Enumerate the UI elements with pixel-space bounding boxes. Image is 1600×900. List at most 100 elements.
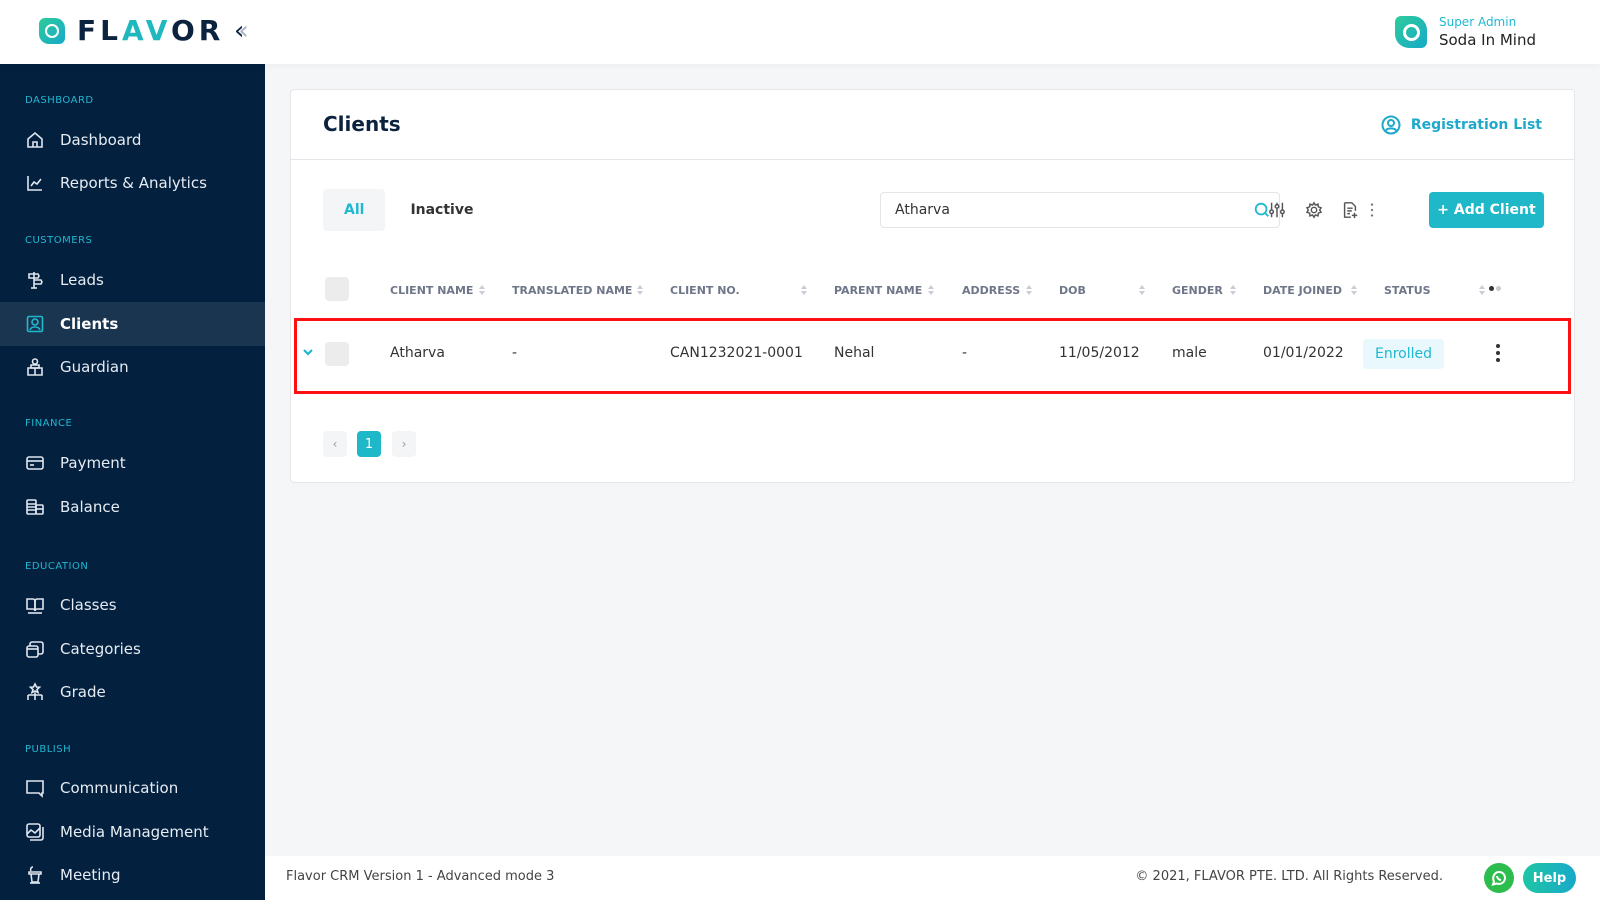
user-circle-icon <box>1381 115 1401 135</box>
pagination-prev[interactable]: ‹ <box>323 431 347 457</box>
row-actions-button[interactable] <box>1493 343 1503 363</box>
sort-icon[interactable] <box>1228 280 1238 300</box>
sort-icon[interactable] <box>1349 280 1359 300</box>
database-stack-icon <box>25 497 45 517</box>
column-header-address[interactable]: ADDRESS <box>962 280 1020 300</box>
column-header-client-no[interactable]: CLIENT NO. <box>670 280 740 300</box>
sort-icon[interactable] <box>926 280 936 300</box>
user-square-icon <box>25 314 45 334</box>
tab-all[interactable]: All <box>323 189 386 231</box>
sidebar-item-reports-analytics[interactable]: Reports & Analytics <box>0 161 265 205</box>
sidebar-item-label: Meeting <box>60 866 121 884</box>
column-header-client-name[interactable]: CLIENT NAME <box>390 280 473 300</box>
sidebar-item-media-management[interactable]: Media Management <box>0 810 265 854</box>
whatsapp-button[interactable] <box>1484 863 1514 893</box>
registration-list-label: Registration List <box>1410 117 1542 133</box>
cell-dob: 11/05/2012 <box>1059 345 1140 361</box>
avatar <box>1394 16 1427 48</box>
cell-translated-name: - <box>512 345 518 361</box>
export-button[interactable] <box>1339 198 1361 222</box>
cell-client-name[interactable]: Atharva <box>390 343 445 363</box>
version-text: Flavor CRM Version 1 - Advanced mode 3 <box>286 869 555 884</box>
collapse-sidebar-button[interactable]: ‹‹ <box>234 18 249 44</box>
guardian-icon <box>25 357 45 377</box>
sidebar-item-guardian[interactable]: Guardian <box>0 345 265 389</box>
sidebar-item-balance[interactable]: Balance <box>0 485 265 529</box>
more-options-button[interactable] <box>1366 198 1378 222</box>
column-header-gender[interactable]: GENDER <box>1172 280 1223 300</box>
sidebar-item-classes[interactable]: Classes <box>0 583 265 627</box>
expand-row-button[interactable] <box>301 344 315 358</box>
file-export-icon <box>1343 202 1358 219</box>
podium-icon <box>25 865 45 885</box>
chevron-down-icon <box>303 349 313 356</box>
sidebar-item-label: Leads <box>60 271 104 289</box>
column-header-date-joined[interactable]: DATE JOINED <box>1263 280 1342 300</box>
user-role: Super Admin <box>1438 15 1517 29</box>
row-checkbox[interactable] <box>325 342 349 366</box>
settings-button[interactable] <box>1303 198 1325 222</box>
sidebar-item-label: Media Management <box>60 823 209 841</box>
clients-card: Clients Registration List All Inactive +… <box>290 89 1575 483</box>
column-header-status[interactable]: STATUS <box>1384 280 1431 300</box>
image-gallery-icon <box>25 822 45 842</box>
tab-inactive[interactable]: Inactive <box>389 189 494 231</box>
column-header-dob[interactable]: DOB <box>1059 280 1086 300</box>
sliders-icon <box>1269 202 1285 218</box>
filter-button[interactable] <box>1266 198 1288 222</box>
copyright-text: © 2021, FLAVOR PTE. LTD. All Rights Rese… <box>1135 869 1443 884</box>
sidebar-item-meeting[interactable]: Meeting <box>0 853 265 897</box>
sidebar-item-label: Clients <box>60 315 119 333</box>
sort-icon[interactable] <box>799 280 809 300</box>
sort-icon[interactable] <box>635 280 645 300</box>
sort-icon[interactable] <box>1477 280 1487 300</box>
search-input[interactable] <box>881 193 1245 227</box>
sidebar-item-label: Guardian <box>60 358 129 376</box>
sidebar-item-label: Dashboard <box>60 131 142 149</box>
user-profile[interactable]: Super Admin Soda In Mind <box>1394 14 1536 50</box>
status-badge: Enrolled <box>1363 339 1445 369</box>
sidebar-item-grade[interactable]: Grade <box>0 670 265 714</box>
sort-icon[interactable] <box>1137 280 1147 300</box>
sidebar-item-label: Reports & Analytics <box>60 174 207 192</box>
chat-icon <box>25 778 45 798</box>
sidebar-item-label: Grade <box>60 683 106 701</box>
sidebar-item-leads[interactable]: Leads <box>0 258 265 302</box>
column-toggle-icon[interactable] <box>1489 286 1503 291</box>
cell-parent-name: Nehal <box>834 345 875 361</box>
layers-icon <box>25 639 45 659</box>
column-header-translated-name[interactable]: TRANSLATED NAME <box>512 280 632 300</box>
help-button[interactable]: Help <box>1523 863 1576 893</box>
column-header-parent-name[interactable]: PARENT NAME <box>834 280 922 300</box>
filter-tabs: All Inactive <box>323 189 494 231</box>
section-label-finance: FINANCE <box>25 418 73 429</box>
gear-icon <box>1305 201 1323 219</box>
pagination-page-1[interactable]: 1 <box>357 431 381 457</box>
cell-gender: male <box>1172 345 1207 361</box>
user-name: Soda In Mind <box>1438 31 1536 49</box>
sidebar-item-payment[interactable]: Payment <box>0 441 265 485</box>
sort-icon[interactable] <box>477 280 487 300</box>
top-bar: FLAVOR ‹‹ Super Admin Soda In Mind <box>0 0 1600 64</box>
credit-card-icon <box>25 453 45 473</box>
logo[interactable]: FLAVOR <box>39 17 224 45</box>
select-all-checkbox[interactable] <box>325 277 349 301</box>
sidebar-item-clients[interactable]: Clients <box>0 302 265 346</box>
hierarchy-icon <box>25 682 45 702</box>
section-label-publish: PUBLISH <box>25 744 72 755</box>
sidebar: DASHBOARD Dashboard Reports & Analytics … <box>0 64 265 900</box>
sidebar-item-dashboard[interactable]: Dashboard <box>0 118 265 162</box>
pagination-next[interactable]: › <box>392 431 416 457</box>
whatsapp-icon <box>1491 870 1507 886</box>
signpost-icon <box>25 270 45 290</box>
sort-icon[interactable] <box>1024 280 1034 300</box>
book-open-icon <box>25 595 45 615</box>
sidebar-item-label: Balance <box>60 498 120 516</box>
sidebar-item-categories[interactable]: Categories <box>0 627 265 671</box>
more-vertical-icon <box>1370 203 1374 217</box>
card-header: Clients Registration List <box>291 90 1574 160</box>
sidebar-item-communication[interactable]: Communication <box>0 766 265 810</box>
logo-icon <box>39 18 65 44</box>
add-client-button[interactable]: + Add Client <box>1429 192 1544 228</box>
registration-list-link[interactable]: Registration List <box>1381 115 1542 135</box>
